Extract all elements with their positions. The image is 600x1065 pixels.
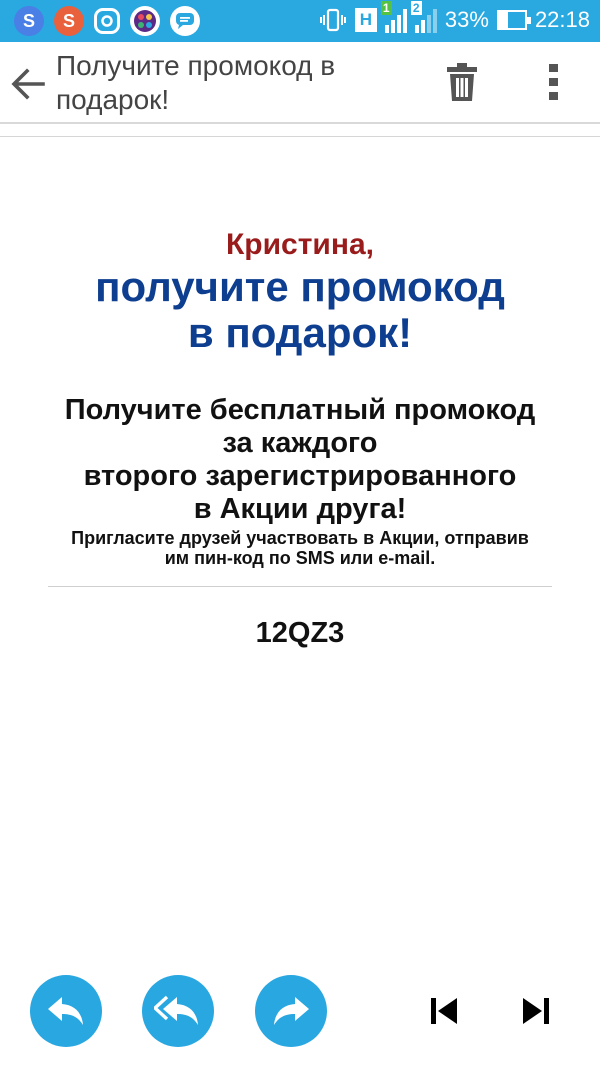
paint-app-icon xyxy=(130,6,160,36)
greeting: Кристина, xyxy=(225,228,375,261)
reply-button[interactable] xyxy=(30,975,102,1047)
instagram-icon xyxy=(94,8,120,34)
arrow-left-icon xyxy=(11,68,45,100)
last-message-button[interactable] xyxy=(514,989,558,1033)
signal-sim2-icon: 2 xyxy=(410,1,437,33)
invite-line: им пин-код по SMS или e-mail. xyxy=(164,548,436,568)
forward-button[interactable] xyxy=(255,975,327,1047)
email-toolbar: Получите промокод в подарок! xyxy=(0,42,600,124)
invite-text: Пригласите друзей участвовать в Акции, о… xyxy=(0,528,600,568)
sim2-label: 2 xyxy=(410,1,422,15)
offer-line: в Акции друга! xyxy=(193,493,407,525)
delete-button[interactable] xyxy=(440,60,484,104)
s-app-icon: S xyxy=(54,6,84,36)
email-body: Кристина, получите промокод в подарок! П… xyxy=(0,220,600,650)
vibrate-icon xyxy=(319,6,347,34)
more-vert-icon xyxy=(549,64,558,100)
skip-previous-icon xyxy=(431,998,457,1024)
battery-percent: 33% xyxy=(444,7,489,32)
offer-line: второго зарегистрированного xyxy=(83,460,517,492)
skip-next-icon xyxy=(523,998,549,1024)
headline-line: получите промокод xyxy=(95,263,505,310)
s-app-icon: S xyxy=(14,6,44,36)
clock: 22:18 xyxy=(534,7,590,32)
reply-all-icon xyxy=(154,995,198,1025)
promo-code: 12QZ3 xyxy=(255,617,345,649)
battery-fill xyxy=(498,12,508,28)
more-options-button[interactable] xyxy=(536,60,572,104)
first-message-button[interactable] xyxy=(422,989,466,1033)
offer-text: Получите бесплатный промокод за каждого … xyxy=(0,394,600,526)
forward-icon xyxy=(274,997,309,1025)
email-subject: Получите промокод в подарок! xyxy=(56,50,336,115)
network-type-icon: H xyxy=(354,8,377,32)
battery-icon xyxy=(496,10,531,30)
messages-icon xyxy=(170,6,200,36)
content-divider xyxy=(0,136,600,137)
sim1-label: 1 xyxy=(380,1,392,15)
offer-line: за каждого xyxy=(222,427,378,459)
section-divider xyxy=(48,586,552,587)
invite-line: Пригласите друзей участвовать в Акции, о… xyxy=(71,528,529,548)
reply-all-button[interactable] xyxy=(142,975,214,1047)
headline: получите промокод в подарок! xyxy=(0,264,600,356)
back-button[interactable] xyxy=(6,62,50,106)
system-indicators: H 1 2 33% 22:18 xyxy=(319,1,590,34)
email-action-bar xyxy=(0,975,600,1047)
notification-icons: S S xyxy=(14,6,200,36)
status-bar: S S H 1 2 33% 22:18 xyxy=(0,0,600,42)
trash-icon xyxy=(447,63,477,101)
offer-line: Получите бесплатный промокод xyxy=(64,394,536,426)
headline-line: в подарок! xyxy=(187,309,413,356)
signal-sim1-icon: 1 xyxy=(380,1,407,33)
reply-icon xyxy=(48,997,83,1025)
